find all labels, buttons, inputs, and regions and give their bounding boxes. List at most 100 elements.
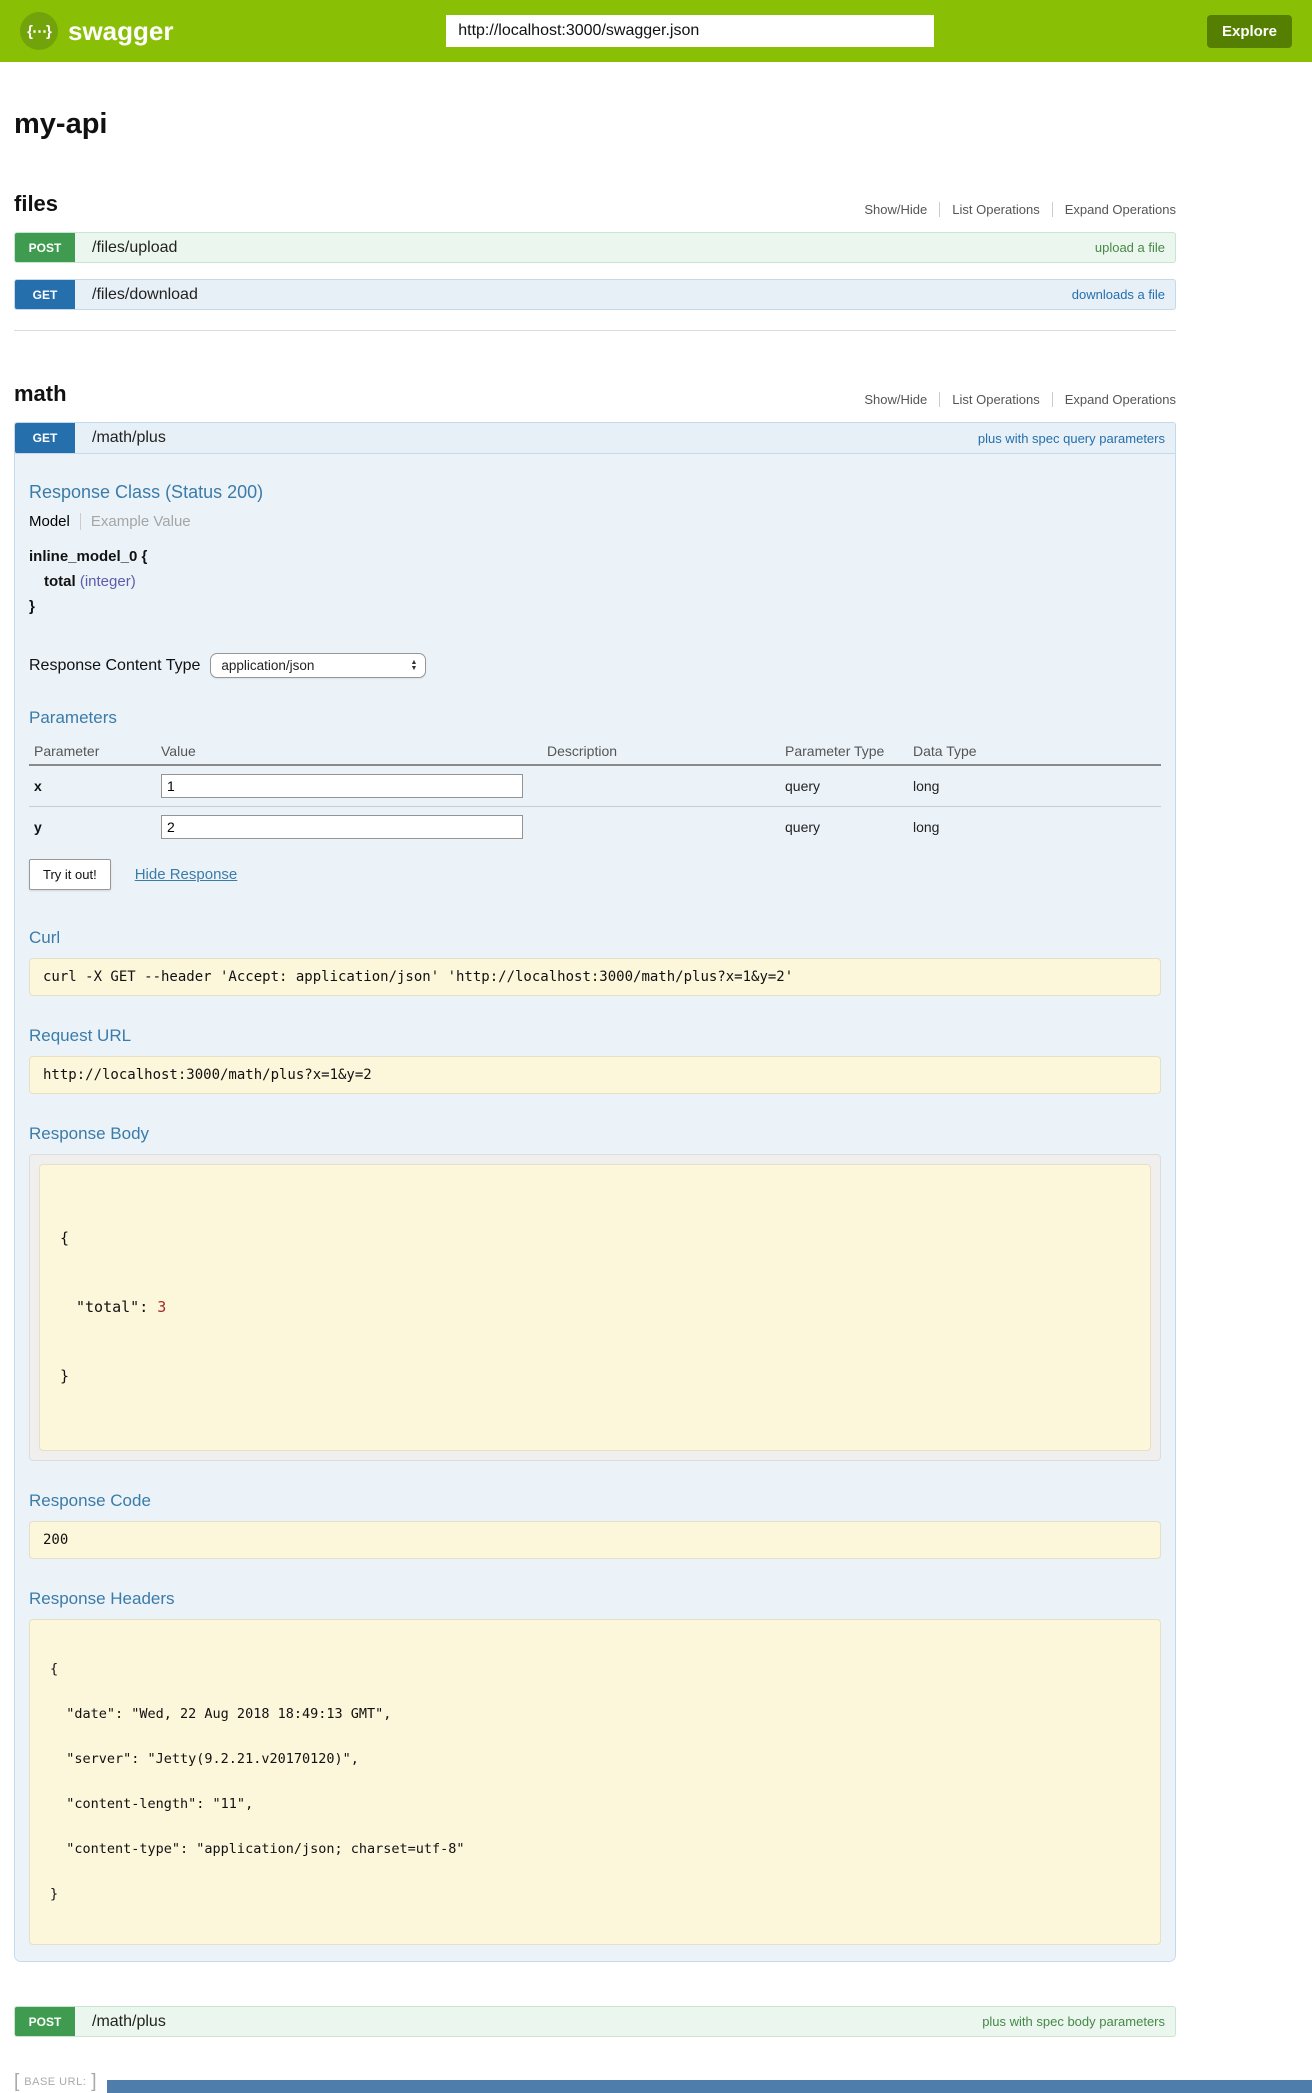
param-value-input-x[interactable] <box>161 774 523 798</box>
col-data-type: Data Type <box>908 738 1161 765</box>
try-it-out-row: Try it out! Hide Response <box>29 859 1161 890</box>
explore-button[interactable]: Explore <box>1207 15 1292 48</box>
swagger-logo[interactable]: {⋯} swagger <box>20 12 174 50</box>
parameter-row-y: y query long <box>29 807 1161 848</box>
spec-url-input[interactable] <box>446 15 934 47</box>
response-content-type-value: application/json <box>221 658 314 673</box>
try-it-out-button[interactable]: Try it out! <box>29 859 111 890</box>
endpoint-summary-downloads-a-file[interactable]: downloads a file <box>1072 287 1165 302</box>
response-code-heading: Response Code <box>29 1491 1161 1511</box>
post-method-badge: POST <box>15 2007 75 2036</box>
section-title-files[interactable]: files <box>14 191 58 217</box>
files-section-controls: Show/Hide List Operations Expand Operati… <box>864 202 1176 217</box>
curl-command: curl -X GET --header 'Accept: applicatio… <box>29 958 1161 996</box>
headers-line: { <box>50 1662 1140 1677</box>
headers-line: "content-length": "11", <box>50 1797 1140 1812</box>
curl-heading: Curl <box>29 928 1161 948</box>
col-parameter-type: Parameter Type <box>780 738 908 765</box>
base-url-label: BASE URL: <box>24 2076 86 2088</box>
request-url-heading: Request URL <box>29 1026 1161 1046</box>
endpoint-summary-plus-query[interactable]: plus with spec query parameters <box>978 431 1165 446</box>
bottom-bar <box>107 2080 1312 2093</box>
json-close-brace: } <box>60 1365 1130 1388</box>
endpoint-row-post-math-plus[interactable]: POST /math/plus plus with spec body para… <box>14 2006 1176 2037</box>
endpoint-path-files-download[interactable]: /files/download <box>92 286 198 304</box>
footer-bracket-open: [ <box>14 2071 19 2092</box>
parameter-row-x: x query long <box>29 765 1161 807</box>
swagger-logo-text: swagger <box>68 16 174 47</box>
files-section-header: files Show/Hide List Operations Expand O… <box>14 191 1176 217</box>
response-content-type-select[interactable]: application/json ▲▼ <box>210 653 426 678</box>
files-list-operations-link[interactable]: List Operations <box>952 202 1039 217</box>
math-list-operations-link[interactable]: List Operations <box>952 392 1039 407</box>
col-value: Value <box>156 738 542 765</box>
section-title-math[interactable]: math <box>14 381 67 407</box>
json-open-brace: { <box>60 1227 1130 1250</box>
math-section-header: math Show/Hide List Operations Expand Op… <box>14 381 1176 407</box>
model-property-name: total <box>44 573 76 590</box>
separator <box>939 202 940 217</box>
param-description-y <box>542 807 780 848</box>
json-total-line: "total": 3 <box>60 1296 1130 1319</box>
headers-line: "content-type": "application/json; chars… <box>50 1842 1140 1857</box>
response-body-json: { "total": 3 } <box>39 1164 1151 1451</box>
model-tabs: Model Example Value <box>29 513 1161 530</box>
api-title: my-api <box>14 108 1176 141</box>
separator <box>939 392 940 407</box>
endpoint-row-get-math-plus[interactable]: GET /math/plus plus with spec query para… <box>15 423 1175 454</box>
response-content-type-label: Response Content Type <box>29 657 200 675</box>
param-value-input-y[interactable] <box>161 815 523 839</box>
response-headers-heading: Response Headers <box>29 1589 1161 1609</box>
param-type-y: query <box>780 807 908 848</box>
request-url-value: http://localhost:3000/math/plus?x=1&y=2 <box>29 1056 1161 1094</box>
response-body-wrapper: { "total": 3 } <box>29 1154 1161 1461</box>
endpoint-summary-upload-a-file[interactable]: upload a file <box>1095 240 1165 255</box>
model-property-type: (integer) <box>80 573 136 590</box>
parameters-table: Parameter Value Description Parameter Ty… <box>29 738 1161 847</box>
header-bar: {⋯} swagger Explore <box>0 0 1312 62</box>
parameters-header-row: Parameter Value Description Parameter Ty… <box>29 738 1161 765</box>
endpoint-path-math-plus-post[interactable]: /math/plus <box>92 2013 166 2031</box>
endpoint-row-post-files-upload[interactable]: POST /files/upload upload a file <box>14 232 1176 263</box>
response-class-heading: Response Class (Status 200) <box>29 482 1161 503</box>
tab-model[interactable]: Model <box>29 513 81 530</box>
files-show-hide-link[interactable]: Show/Hide <box>864 202 927 217</box>
json-value: 3 <box>157 1298 166 1316</box>
param-name-y: y <box>29 807 156 848</box>
math-expand-operations-link[interactable]: Expand Operations <box>1065 392 1176 407</box>
get-math-plus-panel: Response Class (Status 200) Model Exampl… <box>15 454 1175 1961</box>
model-name: inline_model_0 { <box>29 544 1161 569</box>
math-show-hide-link[interactable]: Show/Hide <box>864 392 927 407</box>
endpoint-path-math-plus[interactable]: /math/plus <box>92 429 166 447</box>
footer-bracket-close: ] <box>91 2071 96 2092</box>
hide-response-link[interactable]: Hide Response <box>135 866 238 883</box>
param-name-x: x <box>29 765 156 807</box>
get-math-plus-block: GET /math/plus plus with spec query para… <box>14 422 1176 1962</box>
model-property: total (integer) <box>29 569 1161 594</box>
tab-example-value[interactable]: Example Value <box>81 513 191 530</box>
param-type-x: query <box>780 765 908 807</box>
headers-line: } <box>50 1887 1140 1902</box>
endpoint-path-files-upload[interactable]: /files/upload <box>92 239 177 257</box>
response-body-heading: Response Body <box>29 1124 1161 1144</box>
param-data-type-y: long <box>908 807 1161 848</box>
swagger-braces-icon: {⋯} <box>20 12 58 50</box>
response-code-value: 200 <box>29 1521 1161 1559</box>
main-content: my-api files Show/Hide List Operations E… <box>14 108 1176 2037</box>
get-method-badge: GET <box>15 423 75 453</box>
endpoint-row-get-files-download[interactable]: GET /files/download downloads a file <box>14 279 1176 310</box>
model-signature: inline_model_0 { total (integer) } <box>29 544 1161 619</box>
select-arrows-icon: ▲▼ <box>410 660 417 672</box>
endpoint-summary-plus-body[interactable]: plus with spec body parameters <box>982 2014 1165 2029</box>
response-content-type-row: Response Content Type application/json ▲… <box>29 653 1161 678</box>
response-headers-json: { "date": "Wed, 22 Aug 2018 18:49:13 GMT… <box>29 1619 1161 1945</box>
param-data-type-x: long <box>908 765 1161 807</box>
col-parameter: Parameter <box>29 738 156 765</box>
section-divider <box>14 330 1176 331</box>
separator <box>1052 392 1053 407</box>
headers-line: "date": "Wed, 22 Aug 2018 18:49:13 GMT", <box>50 1707 1140 1722</box>
param-description-x <box>542 765 780 807</box>
headers-line: "server": "Jetty(9.2.21.v20170120)", <box>50 1752 1140 1767</box>
post-method-badge: POST <box>15 233 75 262</box>
files-expand-operations-link[interactable]: Expand Operations <box>1065 202 1176 217</box>
